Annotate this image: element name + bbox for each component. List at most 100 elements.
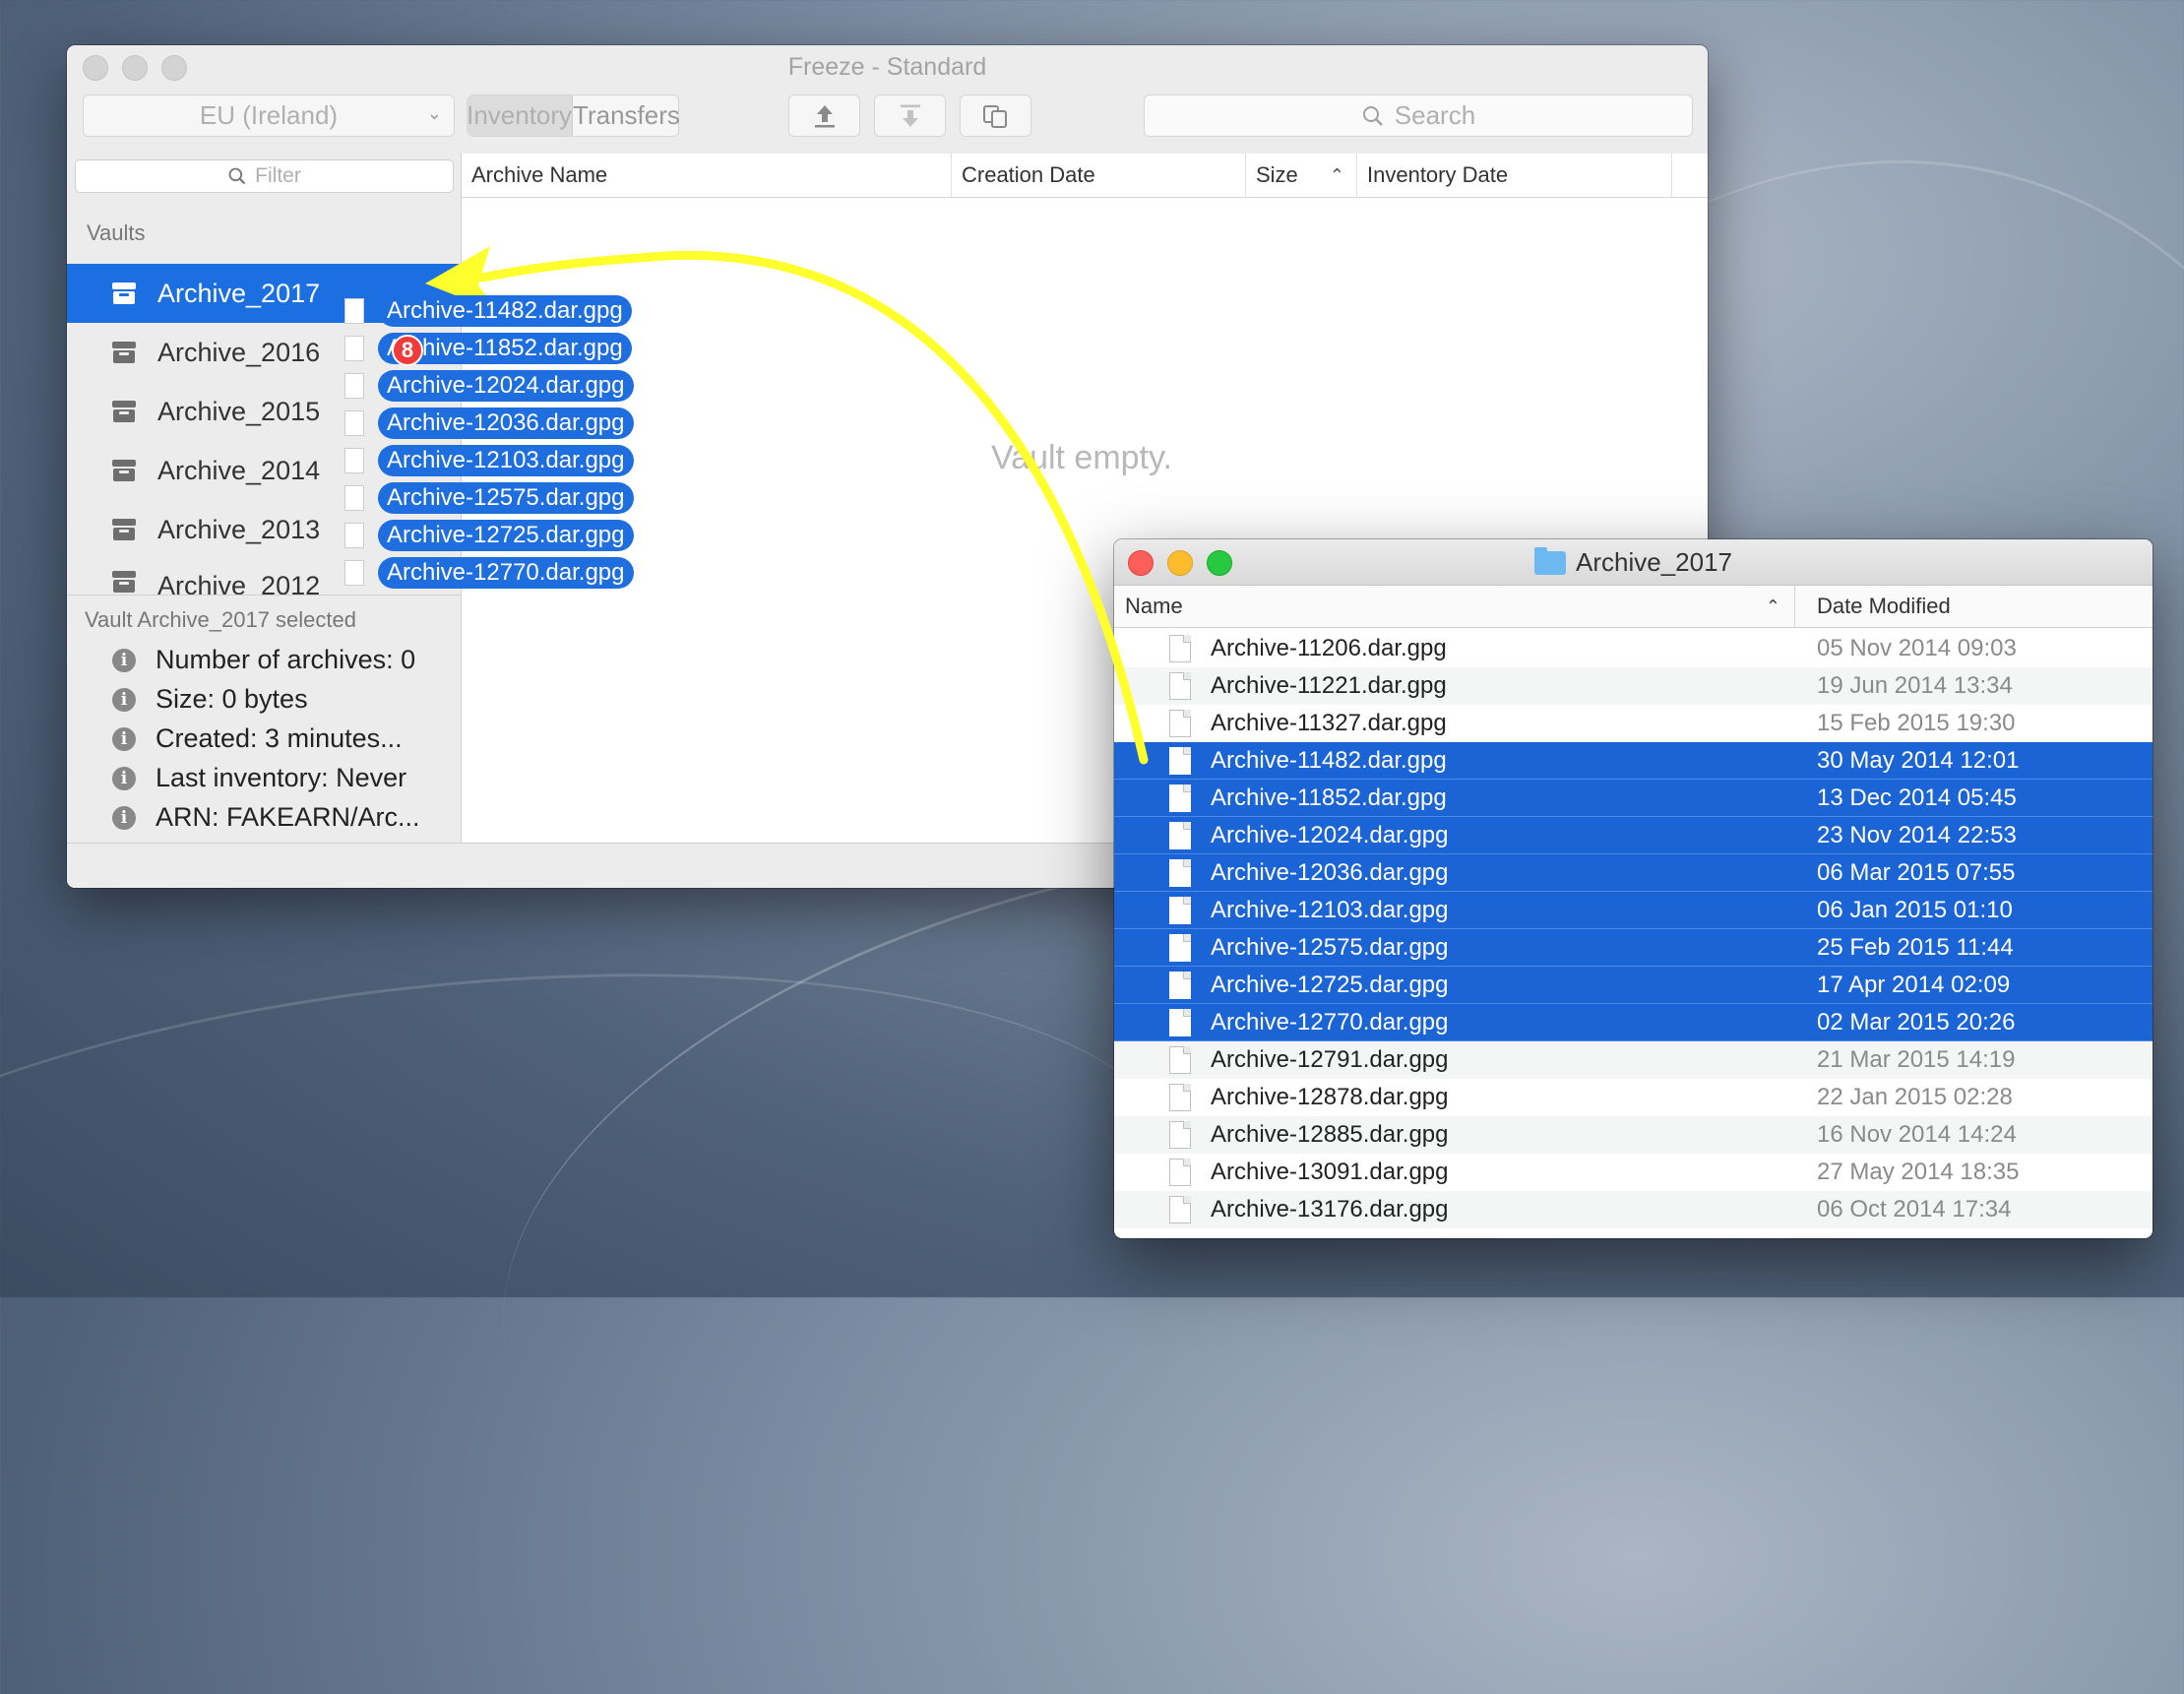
column-label: Creation Date (962, 162, 1095, 187)
document-icon (1169, 672, 1191, 700)
copy-arn-button[interactable] (960, 94, 1031, 137)
file-date: 21 Mar 2015 14:19 (1817, 1046, 2016, 1073)
file-date: 13 Dec 2014 05:45 (1817, 784, 2017, 811)
document-icon (344, 560, 364, 586)
column-date-modified[interactable]: Date Modified (1817, 586, 1951, 627)
document-icon (1169, 746, 1191, 775)
file-date: 19 Jun 2014 13:34 (1817, 672, 2013, 699)
column-name[interactable]: Name ⌃ (1125, 586, 1795, 627)
document-icon (1169, 1008, 1191, 1036)
table-row[interactable]: Archive-11482.dar.gpg 30 May 2014 12:01 (1114, 742, 2153, 780)
folder-icon (1534, 546, 1566, 575)
vault-icon (112, 519, 136, 540)
window-title: Freeze - Standard (787, 53, 987, 81)
table-row[interactable]: Archive-12036.dar.gpg 06 Mar 2015 07:55 (1114, 854, 2153, 892)
dragged-file-label: Archive-12575.dar.gpg (378, 482, 634, 514)
table-row[interactable]: Archive-12725.dar.gpg 17 Apr 2014 02:09 (1114, 967, 2153, 1004)
file-date: 02 Mar 2015 20:26 (1817, 1008, 2016, 1035)
file-name: Archive-13091.dar.gpg (1211, 1159, 1449, 1185)
table-row[interactable]: Archive-11206.dar.gpg 05 Nov 2014 09:03 (1114, 630, 2153, 667)
detail-text: Last inventory: Never (156, 763, 407, 792)
archive-list-header: Archive Name Creation Date Size ⌃ Invent… (462, 154, 1708, 198)
file-date: 15 Feb 2015 19:30 (1817, 710, 2016, 736)
file-name: Archive-11852.dar.gpg (1211, 784, 1447, 811)
table-row[interactable]: Archive-13091.dar.gpg 27 May 2014 18:35 (1114, 1154, 2153, 1191)
column-label: Name (1125, 594, 1183, 618)
vault-label: Archive_2014 (157, 455, 321, 485)
table-row[interactable]: Archive-13176.dar.gpg 06 Oct 2014 17:34 (1114, 1191, 2153, 1228)
table-row[interactable]: Archive-11327.dar.gpg 15 Feb 2015 19:30 (1114, 705, 2153, 742)
detail-row: i Last inventory: Never (112, 763, 406, 793)
empty-state-text: Vault empty. (991, 439, 1172, 476)
document-icon (1169, 1121, 1191, 1149)
finder-window: Archive_2017 Name ⌃ Date Modified Archiv… (1114, 539, 2153, 1238)
table-row[interactable]: Archive-12575.dar.gpg 25 Feb 2015 11:44 (1114, 929, 2153, 967)
column-label: Size (1256, 162, 1298, 187)
vaults-section-label: Vaults (87, 220, 146, 245)
file-name: Archive-13176.dar.gpg (1211, 1196, 1449, 1223)
column-inventory-date[interactable]: Inventory Date (1357, 154, 1672, 197)
file-date: 16 Nov 2014 14:24 (1817, 1121, 2017, 1148)
table-row[interactable]: Archive-12024.dar.gpg 23 Nov 2014 22:53 (1114, 817, 2153, 854)
file-date: 06 Mar 2015 07:55 (1817, 858, 2016, 886)
document-icon (1169, 971, 1191, 999)
download-button[interactable] (874, 94, 946, 137)
table-row[interactable]: Archive-12791.dar.gpg 21 Mar 2015 14:19 (1114, 1041, 2153, 1079)
finder-list-header: Name ⌃ Date Modified (1114, 586, 2153, 628)
dragged-file-label: Archive-11482.dar.gpg (378, 295, 632, 327)
info-icon: i (112, 687, 136, 712)
vault-details-panel: Vault Archive_2017 selected i Number of a… (67, 595, 461, 842)
document-icon (1169, 933, 1191, 962)
column-size[interactable]: Size ⌃ (1246, 154, 1357, 197)
file-name: Archive-11221.dar.gpg (1211, 672, 1447, 699)
chevron-down-icon: ⌄ (426, 103, 442, 123)
table-row[interactable]: Archive-12103.dar.gpg 06 Jan 2015 01:10 (1114, 892, 2153, 929)
detail-row: i Created: 3 minutes... (112, 723, 403, 754)
column-archive-name[interactable]: Archive Name (462, 154, 952, 197)
upload-button[interactable] (788, 94, 860, 137)
dragged-file-label: Archive-12024.dar.gpg (378, 370, 634, 402)
file-date: 25 Feb 2015 11:44 (1817, 933, 2014, 961)
document-icon (1169, 1084, 1191, 1111)
document-icon (1169, 1046, 1191, 1074)
document-icon (1169, 1159, 1191, 1186)
vault-label: Archive_2016 (157, 337, 321, 367)
tab-transfers[interactable]: Transfers (573, 95, 680, 136)
table-row[interactable]: Archive-12770.dar.gpg 02 Mar 2015 20:26 (1114, 1004, 2153, 1041)
detail-row: i ARN: FAKEARN/Arc... (112, 802, 420, 833)
drag-count-badge: 8 (392, 335, 423, 366)
info-icon: i (112, 648, 136, 672)
filter-field[interactable]: Filter (75, 159, 454, 193)
search-field[interactable]: Search (1144, 94, 1693, 137)
file-date: 22 Jan 2015 02:28 (1817, 1084, 2013, 1110)
vault-label: Archive_2017 (157, 278, 321, 308)
table-row[interactable]: Archive-11852.dar.gpg 13 Dec 2014 05:45 (1114, 780, 2153, 817)
vault-icon (112, 282, 136, 304)
table-row[interactable]: Archive-11221.dar.gpg 19 Jun 2014 13:34 (1114, 667, 2153, 705)
file-name: Archive-11206.dar.gpg (1211, 635, 1447, 661)
vault-label: Archive_2015 (157, 396, 321, 426)
detail-row: i Number of archives: 0 (112, 645, 415, 675)
table-row[interactable]: Archive-12878.dar.gpg 22 Jan 2015 02:28 (1114, 1079, 2153, 1116)
detail-row: i Size: 0 bytes (112, 684, 308, 715)
dragged-file-label: Archive-12103.dar.gpg (378, 445, 634, 476)
tab-inventory[interactable]: Inventory (467, 95, 574, 136)
detail-text: Number of archives: 0 (156, 645, 416, 674)
dragged-file-label: Archive-12036.dar.gpg (378, 408, 634, 439)
vault-label: Archive_2013 (157, 514, 321, 544)
region-select[interactable]: EU (Ireland) ⌄ (83, 94, 455, 137)
column-label: Date Modified (1817, 594, 1951, 618)
drag-ghost: Archive-11482.dar.gpg Archive-11852.dar.g… (343, 295, 667, 591)
finder-title-label: Archive_2017 (1576, 547, 1732, 577)
finder-titlebar: Archive_2017 (1114, 539, 2153, 586)
table-row[interactable]: Archive-12885.dar.gpg 16 Nov 2014 14:24 (1114, 1116, 2153, 1154)
column-creation-date[interactable]: Creation Date (952, 154, 1246, 197)
view-segmented-control[interactable]: Inventory Transfers (467, 94, 680, 137)
finder-title: Archive_2017 (1114, 546, 2153, 578)
vault-icon (112, 460, 136, 481)
file-name: Archive-11327.dar.gpg (1211, 710, 1447, 736)
vault-icon (112, 342, 136, 363)
file-name: Archive-12103.dar.gpg (1211, 896, 1449, 923)
info-icon: i (112, 766, 136, 790)
document-icon (344, 410, 364, 436)
